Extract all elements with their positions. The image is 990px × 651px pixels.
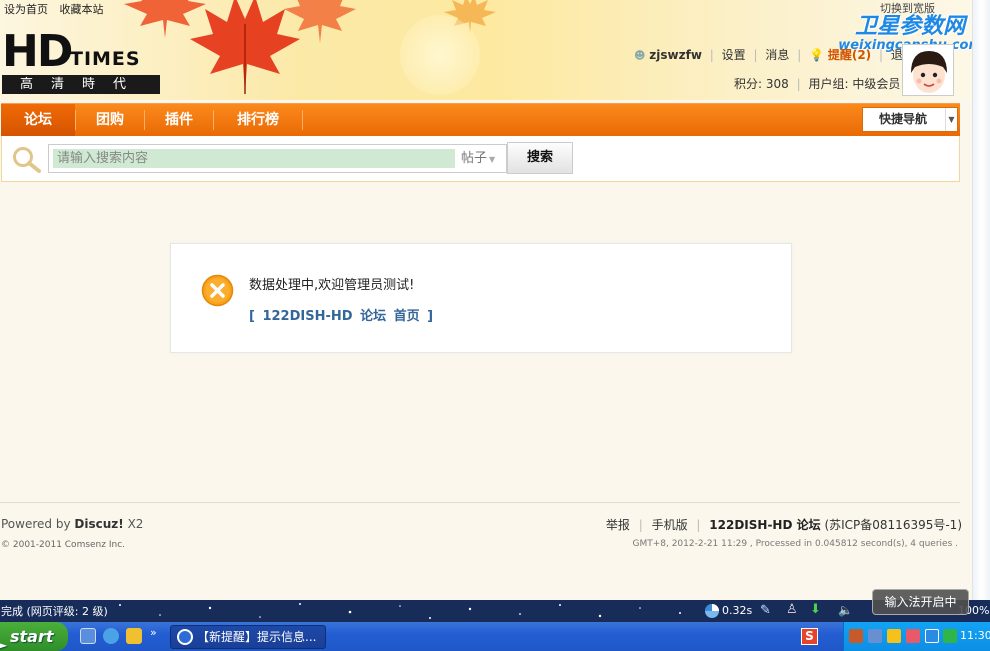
top-links: 设为首页 收藏本站 xyxy=(4,1,112,17)
nav-item-group-buy[interactable]: 团购 xyxy=(76,104,144,136)
avatar-face-icon xyxy=(903,45,953,95)
username-link[interactable]: zjswzfw xyxy=(649,48,702,62)
chevron-down-icon: ▼ xyxy=(489,155,496,164)
person-icon[interactable]: ♙ xyxy=(786,602,798,617)
maple-leaf-decoration xyxy=(284,0,356,43)
processing-info: GMT+8, 2012-2-21 11:29 , Processed in 0.… xyxy=(632,539,958,549)
discuz-version: X2 xyxy=(127,517,144,531)
user-bar: ☻ zjswzfw | 设置 | 消息 | 💡 提醒(2) | 退出 xyxy=(634,46,915,63)
browser-window-icon xyxy=(177,629,193,645)
search-button[interactable]: 搜索 xyxy=(507,142,573,174)
settings-link[interactable]: 设置 xyxy=(722,48,746,62)
messages-link[interactable]: 消息 xyxy=(765,48,789,62)
logo-times-text: TIMES xyxy=(70,48,141,70)
footer-divider xyxy=(0,502,960,503)
quicklaunch-more-icon[interactable]: » xyxy=(150,626,157,639)
tray-antivirus-icon[interactable] xyxy=(943,629,957,643)
tray-app-icon[interactable] xyxy=(849,629,863,643)
bookmark-site-link[interactable]: 收藏本站 xyxy=(60,3,104,16)
site-logo[interactable]: HD TIMES 高清時代 xyxy=(2,30,160,96)
footer-links: 举报 | 手机版 | 122DISH-HD 论坛 (苏ICP备08116395号… xyxy=(605,518,962,532)
watermark-title: 卫星参数网 xyxy=(855,14,966,39)
discuz-link[interactable]: Discuz! xyxy=(74,517,123,531)
page-status: 完成 (网页评级: 2 级) xyxy=(1,605,108,618)
vertical-scrollbar[interactable] xyxy=(972,0,990,600)
search-type-label: 帖子 xyxy=(461,151,488,166)
powered-prefix: Powered by xyxy=(1,517,71,531)
clock[interactable]: 11:30 xyxy=(960,629,990,642)
volume-icon[interactable]: 🔈 xyxy=(838,603,853,617)
nav-item-rankings[interactable]: 排行榜 xyxy=(214,104,302,136)
tray-security-icon[interactable] xyxy=(925,629,939,643)
sogou-ime-icon[interactable]: S xyxy=(801,628,818,645)
load-time: 0.32s xyxy=(722,604,753,617)
start-button[interactable]: ► start xyxy=(0,622,68,651)
light-glow xyxy=(400,15,480,95)
tray-chat-icon[interactable] xyxy=(906,629,920,643)
user-icon: ☻ xyxy=(634,49,646,62)
error-icon xyxy=(201,274,234,307)
quick-nav-label: 快捷导航 xyxy=(879,112,928,126)
window-title: 【新提醒】提示信息... xyxy=(197,630,317,644)
media-player-icon[interactable] xyxy=(126,628,142,644)
logo-chinese-text: 高清時代 xyxy=(2,75,160,94)
user-group-link[interactable]: 用户组: 中级会员 xyxy=(808,77,900,91)
edit-icon[interactable]: ✎ xyxy=(760,603,771,618)
copyright: © 2001-2011 Comsenz Inc. xyxy=(1,540,125,550)
logo-hd-text: HD xyxy=(2,26,73,77)
points-link[interactable]: 积分: 308 xyxy=(734,77,789,91)
quick-nav-button[interactable]: 快捷导航 ▼ xyxy=(862,107,958,132)
search-input[interactable]: 请输入搜索内容 xyxy=(48,144,458,173)
windows-taskbar: ► start » 【新提醒】提示信息... S 11:30 xyxy=(0,622,990,651)
report-link[interactable]: 举报 xyxy=(606,518,630,532)
avatar[interactable] xyxy=(902,44,954,96)
nav-item-plugins[interactable]: 插件 xyxy=(145,104,213,136)
bulb-icon: 💡 xyxy=(809,48,825,62)
nav-item-forum[interactable]: 论坛 xyxy=(1,104,75,136)
start-label: start xyxy=(10,627,54,646)
pinwheel-icon[interactable] xyxy=(704,603,720,619)
remind-link[interactable]: 提醒(2) xyxy=(828,48,871,62)
browser-status-bar: 完成 (网页评级: 2 级) 0.32s ✎ ♙ ⬇ 🔈 100% xyxy=(0,600,990,622)
page-header: 设为首页 收藏本站 HD TIMES 高清時代 切换到宽版 卫星参数网 weix… xyxy=(0,0,990,100)
copyright-text[interactable]: © 2001-2011 Comsenz Inc. xyxy=(1,540,125,550)
user-stats: 积分: 308 | 用户组: 中级会员 xyxy=(734,77,901,91)
ime-tooltip: 输入法开启中 xyxy=(872,589,969,615)
search-icon xyxy=(13,147,41,173)
icp-link[interactable]: (苏ICP备08116395号-1) xyxy=(824,518,962,532)
message-text: 数据处理中,欢迎管理员测试! xyxy=(249,278,415,293)
ie-browser-icon[interactable] xyxy=(103,628,119,644)
windows-flag-icon: ► xyxy=(0,631,7,651)
site-name-link[interactable]: 122DISH-HD 论坛 xyxy=(709,518,820,532)
search-placeholder: 请输入搜索内容 xyxy=(53,149,455,168)
show-desktop-icon[interactable] xyxy=(80,628,96,644)
search-bar: 请输入搜索内容 帖子 ▼ 搜索 xyxy=(1,136,960,182)
forum-home-link[interactable]: [ 122DISH-HD 论坛 首页 ] xyxy=(249,305,433,324)
tray-network-icon[interactable] xyxy=(868,629,882,643)
download-icon[interactable]: ⬇ xyxy=(810,602,821,617)
search-type-select[interactable]: 帖子 ▼ xyxy=(457,144,507,173)
set-homepage-link[interactable]: 设为首页 xyxy=(4,3,48,16)
message-box: 数据处理中,欢迎管理员测试! [ 122DISH-HD 论坛 首页 ] xyxy=(170,243,792,353)
mobile-link[interactable]: 手机版 xyxy=(652,518,688,532)
taskbar-window-button[interactable]: 【新提醒】提示信息... xyxy=(170,625,326,649)
main-nav: 论坛 团购 插件 排行榜 快捷导航 ▼ xyxy=(1,103,960,136)
tray-shield-icon[interactable] xyxy=(887,629,901,643)
powered-by: Powered by Discuz! X2 xyxy=(1,517,143,531)
chevron-down-icon: ▼ xyxy=(945,108,957,131)
